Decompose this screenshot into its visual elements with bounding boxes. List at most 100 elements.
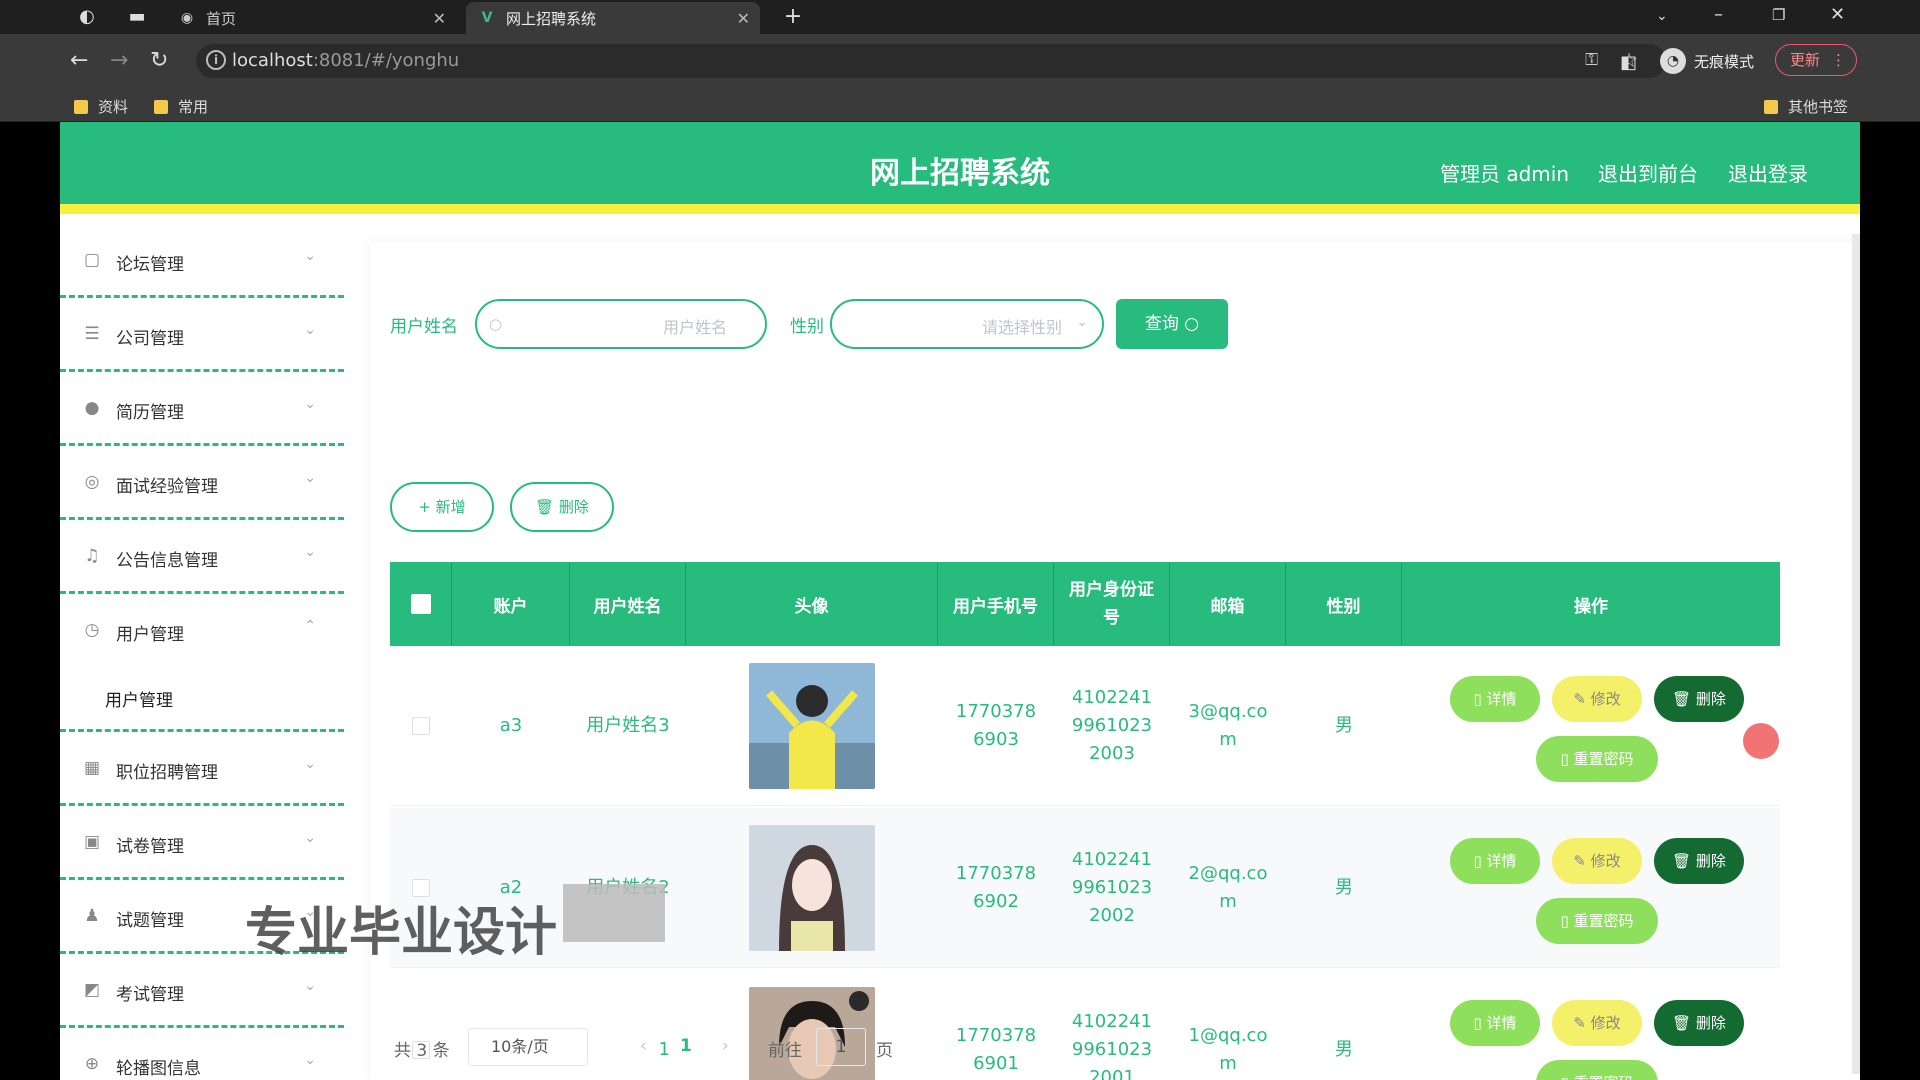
back-icon[interactable]: ← — [70, 48, 88, 74]
cell-gender: 男 — [1335, 715, 1353, 736]
sidepanel-icon[interactable]: ◧ — [1620, 50, 1637, 76]
cell-phone: 17703786903 — [955, 701, 1037, 750]
col-name: 用户姓名 — [570, 562, 686, 646]
delete-button[interactable]: 🗑 删除 — [1654, 838, 1744, 884]
delete-button[interactable]: 🗑 删除 — [1654, 1000, 1744, 1046]
browser-tab-strip: ◐ ▬ ◉ 首页 ✕ V 网上招聘系统 ✕ + ⌄ – ❐ ✕ — [0, 0, 1920, 34]
detail-button[interactable]: ▯ 详情 — [1450, 1000, 1540, 1046]
grid-icon: ▦ — [83, 758, 101, 778]
incognito-indicator[interactable]: ◔ 无痕模式 — [1660, 48, 1754, 74]
sidebar-item-notice[interactable]: ♫ 公告信息管理 ⌄ — [60, 520, 344, 594]
tab-home[interactable]: ◉ 首页 ✕ — [166, 2, 456, 34]
chevron-down-icon: ⌄ — [304, 830, 316, 846]
logout-link[interactable]: 退出登录 — [1728, 158, 1808, 187]
select-all-checkbox[interactable] — [410, 594, 431, 614]
sidebar-item-exams[interactable]: ◩ 考试管理 ⌄ — [60, 954, 344, 1028]
detail-button[interactable]: ▯ 详情 — [1450, 838, 1540, 884]
cell-avatar — [686, 646, 938, 806]
avatar-image[interactable] — [749, 663, 875, 789]
forward-icon[interactable]: → — [110, 48, 128, 74]
update-button[interactable]: 更新 ⋮ — [1775, 44, 1857, 76]
reset-password-button[interactable]: ▯ 重置密码 — [1536, 1060, 1658, 1080]
table-row: a3 用户姓名3 17703786903 410224199610232003 … — [390, 646, 1780, 806]
key-icon[interactable]: ⚿ — [1585, 50, 1598, 70]
cell-idno: 410224199610232002 — [1071, 849, 1153, 926]
cell-email: 2@qq.com — [1188, 863, 1268, 912]
page-number[interactable]: 1 — [680, 1036, 692, 1056]
total-count: 共 3 条 — [394, 1041, 450, 1061]
row-checkbox-cell[interactable] — [390, 646, 452, 806]
tab-search-icon[interactable]: ▬ — [126, 6, 148, 28]
to-front-link[interactable]: 退出到前台 — [1598, 158, 1698, 187]
sidebar-item-users[interactable]: ◷ 用户管理 ⌃ 用户管理 — [60, 594, 344, 732]
trash-icon: 🗑 — [535, 498, 559, 516]
next-page-icon[interactable]: › — [722, 1036, 729, 1056]
gender-select[interactable]: 请选择性别 ⌄ — [830, 299, 1104, 349]
bookmark-folder[interactable]: 常用 — [154, 96, 208, 117]
delete-button[interactable]: 🗑 删除 — [1654, 676, 1744, 722]
user-icon: ◷ — [84, 620, 100, 640]
chevron-up-icon: ⌃ — [304, 618, 316, 634]
chevron-down-icon: ⌄ — [1076, 314, 1088, 330]
sidebar-item-carousel[interactable]: ⊕ 轮播图信息 ⌄ — [60, 1028, 344, 1080]
person-icon: ♟ — [84, 906, 100, 926]
close-window-icon[interactable]: ✕ — [1830, 4, 1845, 25]
sidebar-item-papers[interactable]: ▣ 试卷管理 ⌄ — [60, 806, 344, 880]
cell-email: 1@qq.com — [1188, 1025, 1268, 1074]
search-icon: ○ — [489, 315, 503, 333]
avatar-image[interactable] — [749, 825, 875, 951]
cell-gender: 男 — [1335, 1039, 1353, 1060]
minimize-icon[interactable]: – — [1714, 4, 1723, 25]
close-icon[interactable]: ✕ — [433, 9, 446, 28]
reset-password-button[interactable]: ▯ 重置密码 — [1536, 736, 1658, 782]
url-text[interactable]: localhost:8081/#/yonghu — [232, 50, 459, 71]
globe-icon: ◉ — [180, 10, 194, 26]
folder-icon — [74, 99, 88, 114]
sidebar-item-company[interactable]: ☰ 公司管理 ⌄ — [60, 298, 344, 372]
col-avatar: 头像 — [686, 562, 938, 646]
sidebar-item-forum[interactable]: ▢ 论坛管理 ⌄ — [60, 224, 344, 298]
browser-menu-icon[interactable]: ◐ — [76, 6, 98, 28]
batch-delete-button[interactable]: 🗑 删除 — [510, 482, 614, 532]
gender-label: 性别 — [790, 317, 824, 337]
row-checkbox[interactable] — [412, 717, 430, 735]
page-scrollbar[interactable] — [1852, 234, 1860, 1074]
select-all-header[interactable] — [390, 562, 452, 646]
address-bar[interactable]: i localhost:8081/#/yonghu ⚿ ☆ — [196, 44, 1666, 78]
query-button[interactable]: 查询 ○ — [1116, 299, 1228, 349]
close-icon[interactable]: ✕ — [737, 9, 750, 28]
other-bookmarks[interactable]: 其他书签 — [1764, 96, 1848, 117]
chevron-down-icon: ⌄ — [304, 756, 316, 772]
table-row: 1 17703786901 410224199610232001 1@qq.co… — [390, 970, 1780, 1080]
cell-gender: 男 — [1335, 877, 1353, 898]
row-checkbox-cell[interactable] — [390, 970, 452, 1080]
reload-icon[interactable]: ↻ — [150, 48, 168, 74]
new-tab-icon[interactable]: + — [782, 6, 804, 28]
list-icon: ☰ — [84, 324, 100, 344]
bookmark-folder[interactable]: 资料 — [74, 96, 128, 117]
chevron-down-icon: ⌄ — [304, 978, 316, 994]
tab-recruit[interactable]: V 网上招聘系统 ✕ — [466, 2, 760, 34]
col-actions: 操作 — [1402, 562, 1780, 646]
sidebar-subitem-users[interactable]: 用户管理 — [105, 686, 173, 711]
tab-list-icon[interactable]: ⌄ — [1656, 8, 1668, 24]
sidebar-item-resume[interactable]: ● 简历管理 ⌄ — [60, 372, 344, 446]
info-icon[interactable]: i — [206, 50, 226, 70]
page-size-select[interactable]: 10条/页 — [468, 1028, 588, 1066]
add-button[interactable]: + 新增 — [390, 482, 494, 532]
prev-page-icon[interactable]: ‹ — [640, 1036, 647, 1056]
cursor-highlight — [1743, 723, 1779, 759]
goto-page-input[interactable]: 1 — [816, 1028, 866, 1066]
sidebar-item-interview[interactable]: ◎ 面试经验管理 ⌄ — [60, 446, 344, 520]
name-search-input[interactable]: ○ 用户姓名 — [475, 299, 767, 349]
restore-icon[interactable]: ❐ — [1772, 6, 1785, 24]
forum-icon: ▢ — [83, 250, 101, 270]
col-account: 账户 — [452, 562, 570, 646]
edit-button[interactable]: ✎ 修改 — [1552, 676, 1642, 722]
edit-button[interactable]: ✎ 修改 — [1552, 838, 1642, 884]
edit-button[interactable]: ✎ 修改 — [1552, 1000, 1642, 1046]
sidebar-item-jobs[interactable]: ▦ 职位招聘管理 ⌄ — [60, 732, 344, 806]
reset-password-button[interactable]: ▯ 重置密码 — [1536, 898, 1658, 944]
app-header: 网上招聘系统 管理员 admin 退出到前台 退出登录 — [60, 122, 1860, 214]
detail-button[interactable]: ▯ 详情 — [1450, 676, 1540, 722]
